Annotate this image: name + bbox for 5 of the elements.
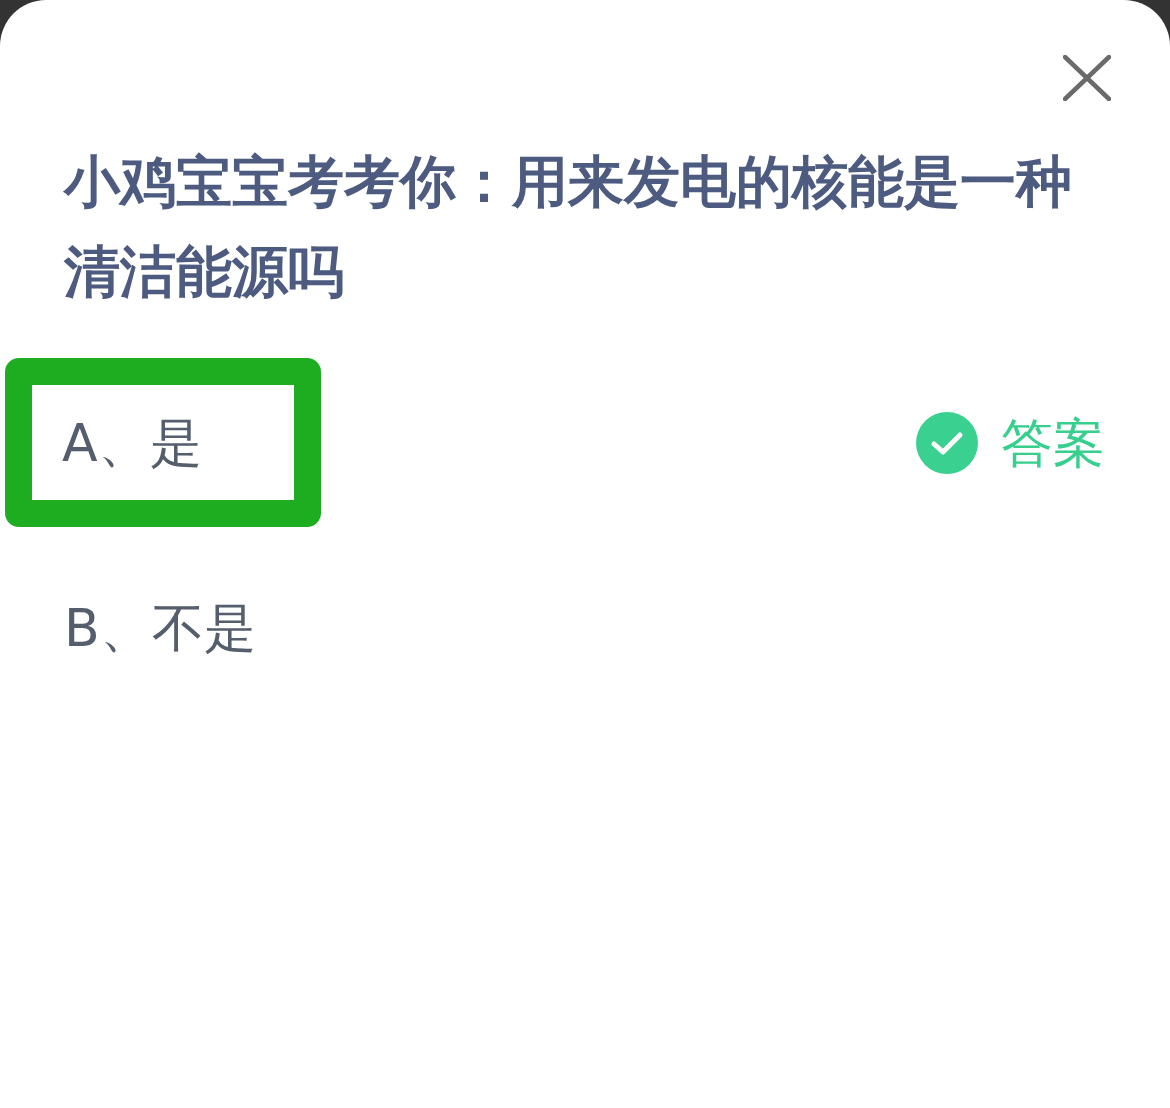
answer-option[interactable]: A、是 — [62, 413, 202, 473]
answer-label: 答案 — [1001, 412, 1105, 473]
question-title: 小鸡宝宝考考你：用来发电的核能是一种清洁能源吗 — [64, 148, 1073, 306]
close-icon[interactable] — [1063, 55, 1111, 101]
answer-option[interactable]: B、不是 — [64, 598, 256, 658]
